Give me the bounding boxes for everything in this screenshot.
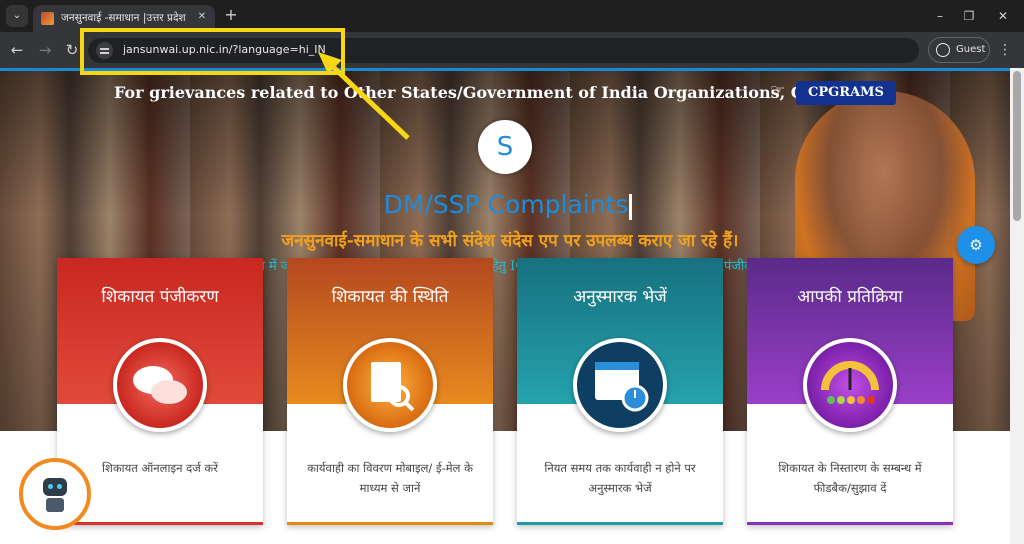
site-favicon-icon xyxy=(41,12,54,25)
reload-icon[interactable]: ↻ xyxy=(62,40,82,60)
close-window-icon[interactable]: ✕ xyxy=(992,6,1014,26)
headline-text: जनसुनवाई-समाधान के सभी संदेश संदेस एप पर… xyxy=(281,231,739,251)
gears-icon[interactable]: ⚙ xyxy=(957,226,995,264)
feedback-meter-icon xyxy=(803,338,897,432)
typing-caret xyxy=(629,194,632,220)
notice-text: For grievances related to Other States/G… xyxy=(114,83,837,102)
person-icon xyxy=(936,43,950,57)
kebab-icon[interactable]: ⋮ xyxy=(998,40,1012,60)
arrow-right-icon[interactable]: → xyxy=(35,40,55,60)
robot-eye xyxy=(48,484,53,489)
robot-eye xyxy=(57,484,62,489)
tab-title: जनसुनवाई -समाधान |उत्तर प्रदेश स xyxy=(61,12,189,24)
url-highlight-box xyxy=(80,28,345,75)
sandes-logo-icon: S xyxy=(478,120,532,174)
close-icon[interactable]: ✕ xyxy=(195,10,209,24)
page-viewport: For grievances related to Other States/G… xyxy=(0,68,1024,544)
chat-bubbles-icon xyxy=(113,338,207,432)
cpgrams-button[interactable]: CPGRAMS xyxy=(796,81,896,105)
scrollbar-thumb[interactable] xyxy=(1013,71,1021,221)
restore-icon[interactable]: ❐ xyxy=(958,6,980,26)
robot-head xyxy=(43,478,67,496)
card-title: आपकी प्रतिक्रिया xyxy=(797,287,903,307)
card-description: कार्यवाही का विवरण मोबाइल/ ई-मेल के माध्… xyxy=(307,461,473,495)
robot-icon[interactable] xyxy=(19,458,91,530)
calendar-clock-icon xyxy=(573,338,667,432)
document-search-icon xyxy=(343,338,437,432)
card-send-reminder[interactable]: अनुस्मारक भेजें नियत समय तक कार्यवाही न … xyxy=(517,258,723,525)
profile-label: Guest xyxy=(956,44,986,55)
card-title: अनुस्मारक भेजें xyxy=(573,287,667,307)
typing-title: DM/SSP Complaints xyxy=(383,190,629,219)
profile-button[interactable]: Guest xyxy=(928,37,990,63)
minimize-icon[interactable]: – xyxy=(929,6,951,26)
plus-icon[interactable]: + xyxy=(222,5,240,25)
chevron-down-icon[interactable]: ⌄ xyxy=(6,5,28,27)
arrow-left-icon[interactable]: ← xyxy=(7,40,27,60)
card-description: शिकायत के निस्तारण के सम्बन्ध में फीडबैक… xyxy=(778,461,922,495)
card-your-feedback[interactable]: आपकी प्रतिक्रिया शिकायत के निस्तारण के स… xyxy=(747,258,953,525)
hand-pointer-icon: ☞ xyxy=(770,81,786,101)
card-description: शिकायत ऑनलाइन दर्ज करें xyxy=(102,461,218,475)
card-complaint-status[interactable]: शिकायत की स्थिति कार्यवाही का विवरण मोबा… xyxy=(287,258,493,525)
card-description: नियत समय तक कार्यवाही न होने पर अनुस्मार… xyxy=(544,461,696,495)
card-title: शिकायत पंजीकरण xyxy=(101,287,219,307)
robot-body xyxy=(46,498,64,512)
card-title: शिकायत की स्थिति xyxy=(331,287,449,307)
